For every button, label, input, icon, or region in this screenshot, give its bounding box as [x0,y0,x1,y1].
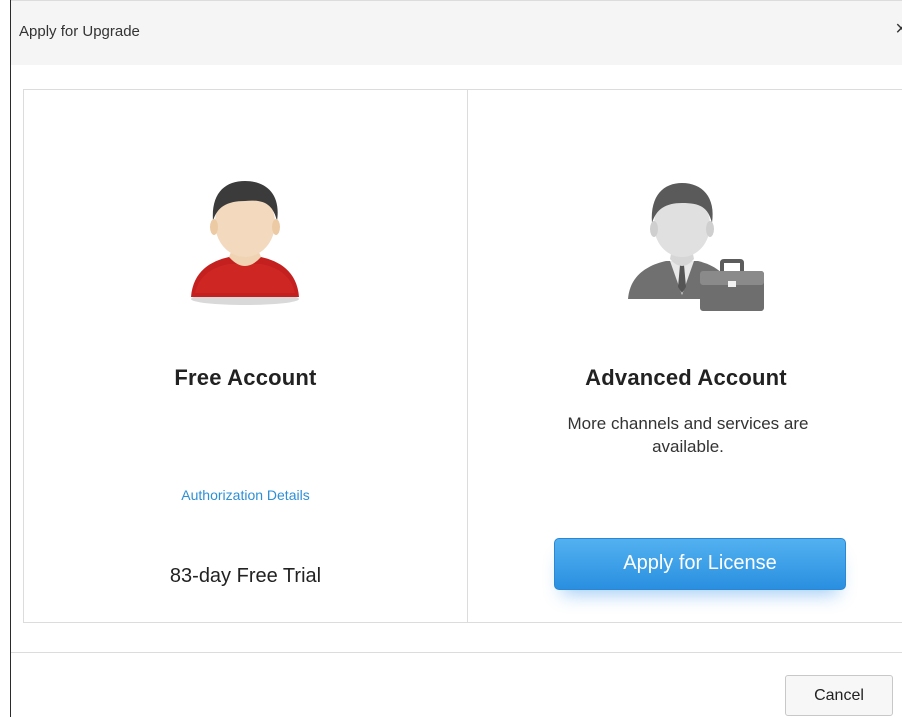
advanced-account-card: Advanced Account More channels and servi… [468,90,902,622]
free-account-title: Free Account [174,365,317,390]
businessman-briefcase-icon [628,183,764,311]
free-account-card: Free Account Authorization Details 83-da… [24,90,468,622]
free-trial-status: 83-day Free Trial [169,565,322,587]
authorization-details-link[interactable]: Authorization Details [24,487,467,503]
advanced-account-description: More channels and services are available… [567,414,809,456]
footer-divider [11,652,902,653]
advanced-account-title: Advanced Account [585,365,787,390]
account-options: Free Account Authorization Details 83-da… [23,89,902,623]
cancel-button[interactable]: Cancel [785,675,893,716]
user-red-shirt-icon [191,181,299,305]
dialog-titlebar: Apply for Upgrade × [11,0,902,65]
dialog-title: Apply for Upgrade [19,23,140,40]
apply-for-license-button[interactable]: Apply for License [554,538,846,590]
close-icon[interactable]: × [895,19,902,39]
upgrade-dialog: Apply for Upgrade × Free Account Authori… [10,0,902,717]
